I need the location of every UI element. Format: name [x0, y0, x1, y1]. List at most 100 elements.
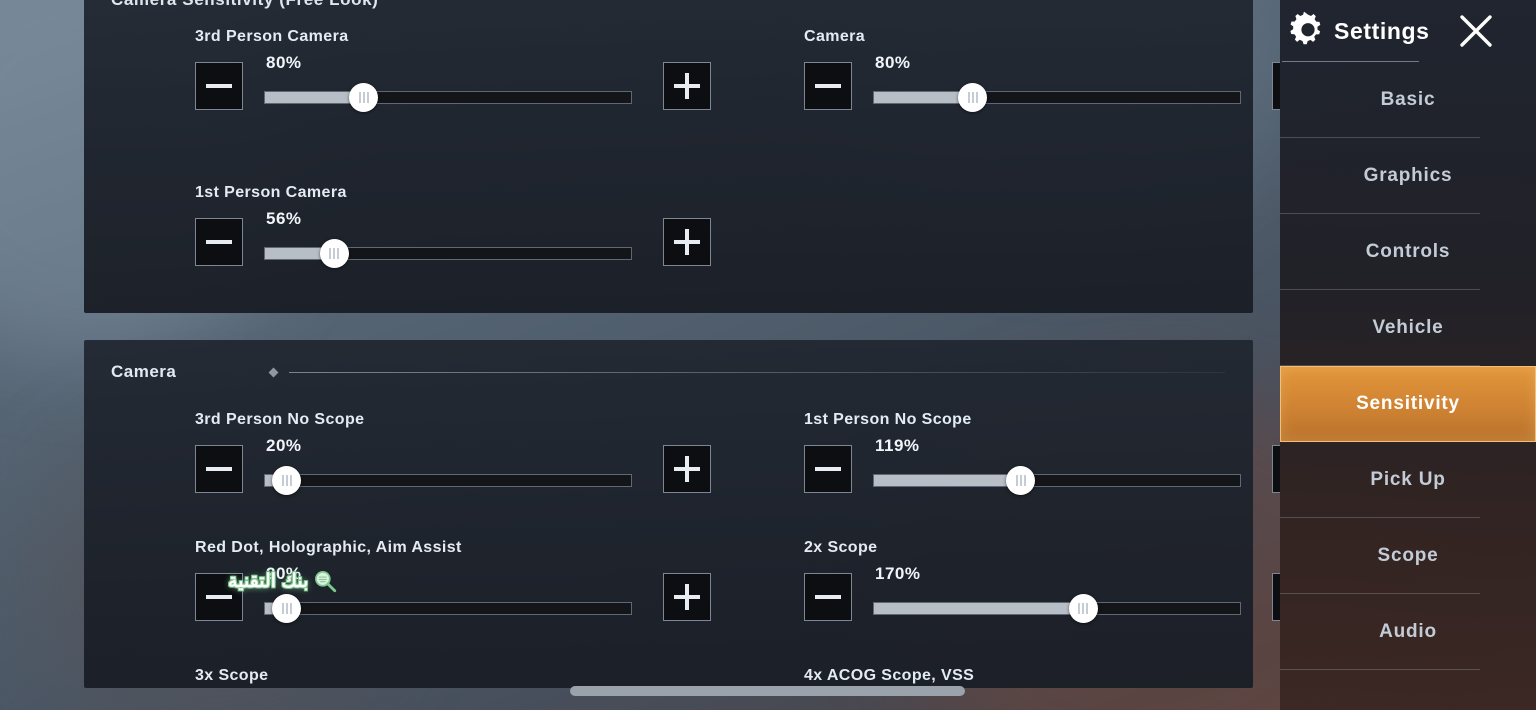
slider-value: 119% [875, 436, 920, 455]
gear-icon [1290, 11, 1321, 45]
plus-icon [685, 456, 689, 482]
decrease-button[interactable] [804, 573, 852, 621]
minus-icon [815, 84, 841, 88]
slider-value: 20% [266, 436, 302, 455]
panel-camera-scope: Camera 3rd Person No Scope 20% 1st Perso… [84, 340, 1280, 688]
decrease-button[interactable] [195, 573, 243, 621]
sidebar-item-graphics[interactable]: Graphics [1280, 138, 1536, 214]
sidebar-item-label: Vehicle [1372, 317, 1444, 338]
plus-icon [685, 229, 689, 255]
decrease-button[interactable] [804, 445, 852, 493]
sidebar-item-label: Basic [1380, 89, 1436, 110]
section-header-label: Camera [111, 362, 177, 381]
sidebar-item-next-partial[interactable] [1280, 670, 1536, 710]
sidebar-item-label: Audio [1379, 621, 1437, 642]
sidebar-item-scope[interactable]: Scope [1280, 518, 1536, 594]
sidebar-item-label: Sensitivity [1356, 393, 1460, 414]
increase-button[interactable] [663, 445, 711, 493]
sidebar-item-sensitivity[interactable]: Sensitivity [1280, 366, 1536, 442]
panel-camera-sensitivity: Camera Sensitivity (Free Look) 3rd Perso… [84, 0, 1280, 313]
horizontal-scrollbar-track[interactable] [0, 684, 1280, 698]
slider-thumb[interactable] [958, 83, 988, 112]
slider[interactable]: 80% [873, 53, 1241, 112]
sidebar-header: Settings [1280, 0, 1536, 62]
slider-thumb[interactable] [319, 239, 349, 268]
slider[interactable]: 119% [873, 436, 1241, 495]
slider-control: 119% [804, 436, 1280, 495]
slider-track[interactable] [873, 602, 1241, 615]
slider-label: 2x Scope [804, 539, 878, 556]
decrease-button[interactable] [195, 218, 243, 266]
slider-value: 80% [875, 53, 911, 72]
sidebar-item-label: Controls [1365, 241, 1451, 262]
section-divider [289, 371, 1225, 373]
slider[interactable]: 20% [264, 564, 632, 623]
slider-control: 20% [195, 564, 711, 623]
settings-content-area[interactable]: Camera Sensitivity (Free Look) 3rd Perso… [0, 0, 1280, 710]
slider[interactable]: 80% [264, 53, 632, 112]
slider-label: 3x Scope [195, 667, 269, 684]
sidebar-item-label: Scope [1377, 545, 1439, 566]
slider-thumb[interactable] [349, 83, 379, 112]
sidebar-item-label: Pick Up [1370, 469, 1446, 490]
minus-icon [206, 467, 232, 471]
sidebar-title: Settings [1334, 17, 1430, 44]
slider-control: 56% [195, 209, 711, 268]
sidebar-item-label: Graphics [1363, 165, 1453, 186]
slider-control: 20% [195, 436, 711, 495]
slider-track[interactable] [264, 474, 632, 487]
decrease-button[interactable] [804, 62, 852, 110]
slider-label: 3rd Person No Scope [195, 411, 365, 428]
sidebar-item-vehicle[interactable]: Vehicle [1280, 290, 1536, 366]
minus-icon [206, 240, 232, 244]
increase-button[interactable] [1272, 62, 1280, 110]
close-icon[interactable] [1454, 9, 1498, 53]
sidebar-item-controls[interactable]: Controls [1280, 214, 1536, 290]
minus-icon [815, 595, 841, 599]
sidebar-item-basic[interactable]: Basic [1280, 62, 1536, 138]
slider-fill [874, 475, 1021, 486]
slider-thumb[interactable] [1068, 594, 1098, 623]
slider-track[interactable] [873, 91, 1241, 104]
slider-value: 20% [266, 564, 302, 583]
minus-icon [206, 595, 232, 599]
plus-icon [685, 584, 689, 610]
settings-sidebar: Settings Basic Graphics Controls Vehicle… [1280, 0, 1536, 710]
sidebar-item-pick-up[interactable]: Pick Up [1280, 442, 1536, 518]
minus-icon [815, 467, 841, 471]
slider[interactable]: 170% [873, 564, 1241, 623]
slider-fill [874, 603, 1083, 614]
increase-button[interactable] [663, 62, 711, 110]
slider[interactable]: 56% [264, 209, 632, 268]
slider-thumb[interactable] [272, 594, 302, 623]
slider-value: 80% [266, 53, 302, 72]
slider-value: 56% [266, 209, 302, 228]
sidebar-item-audio[interactable]: Audio [1280, 594, 1536, 670]
slider-track[interactable] [264, 602, 632, 615]
slider-track[interactable] [873, 474, 1241, 487]
increase-button[interactable] [663, 573, 711, 621]
slider-label: 4x ACOG Scope, VSS [804, 667, 975, 684]
horizontal-scrollbar-thumb[interactable] [570, 686, 965, 696]
slider-value: 170% [875, 564, 921, 583]
slider-thumb[interactable] [272, 466, 302, 495]
increase-button[interactable] [1272, 573, 1280, 621]
increase-button[interactable] [663, 218, 711, 266]
slider[interactable]: 20% [264, 436, 632, 495]
slider-label: 3rd Person Camera [195, 28, 349, 45]
minus-icon [206, 84, 232, 88]
slider-thumb[interactable] [1006, 466, 1036, 495]
slider-label: 1st Person No Scope [804, 411, 972, 428]
slider-track[interactable] [264, 91, 632, 104]
slider-control: 80% [195, 53, 711, 112]
slider-control: 80% [804, 53, 1280, 112]
increase-button[interactable] [1272, 445, 1280, 493]
slider-label: Camera [804, 28, 866, 45]
slider-label: Red Dot, Holographic, Aim Assist [195, 539, 462, 556]
slider-control: 170% [804, 564, 1280, 623]
slider-label: 1st Person Camera [195, 184, 347, 201]
section-header-camera: Camera [111, 362, 1225, 382]
decrease-button[interactable] [195, 62, 243, 110]
plus-icon [685, 73, 689, 99]
decrease-button[interactable] [195, 445, 243, 493]
